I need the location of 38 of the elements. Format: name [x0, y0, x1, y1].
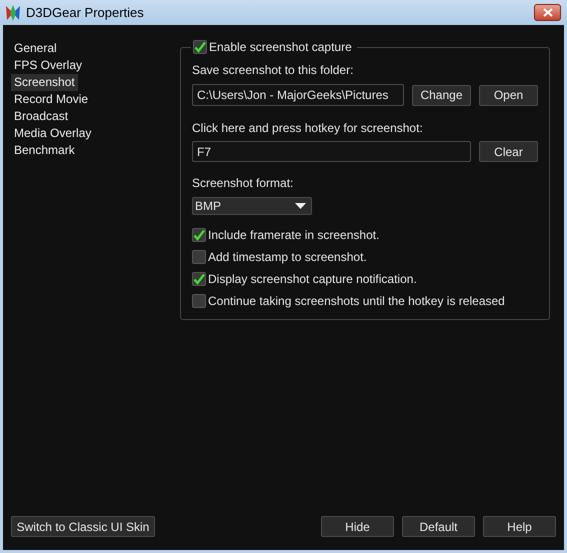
sidebar-item[interactable]: Broadcast — [11, 108, 72, 125]
checkbox[interactable] — [192, 250, 206, 264]
checkbox[interactable] — [192, 294, 206, 308]
checkbox[interactable] — [192, 228, 206, 242]
hotkey-label: Click here and press hotkey for screenshot: — [192, 120, 424, 137]
sidebar-item[interactable]: General — [11, 40, 60, 57]
checkbox-label: Enable screenshot capture — [209, 39, 353, 56]
folder-button[interactable]: Change — [412, 84, 471, 106]
checkbox-label: Continue taking screenshots until the hotkey is released — [208, 293, 505, 310]
footer-button[interactable]: Hide — [321, 516, 394, 537]
close-button[interactable] — [534, 4, 561, 21]
folder-label: Save screenshot to this folder: — [192, 62, 354, 79]
window-title: D3DGear Properties — [26, 4, 144, 22]
skin-button[interactable]: Switch to Classic UI Skin — [11, 516, 155, 537]
format-dropdown[interactable]: BMP — [192, 197, 312, 215]
close-icon — [542, 8, 552, 17]
checkmark-icon — [193, 229, 205, 241]
folder-button[interactable]: Open — [479, 84, 538, 106]
checkmark-icon — [194, 41, 206, 53]
checkbox-label: Display screenshot capture notification. — [208, 271, 417, 288]
format-label: Screenshot format: — [192, 175, 294, 192]
caret-icon — [295, 203, 306, 209]
sidebar-item[interactable]: Benchmark — [11, 142, 78, 159]
checkbox[interactable] — [192, 272, 206, 286]
footer-button[interactable]: Default — [402, 516, 475, 537]
checkbox-label: Include framerate in screenshot. — [208, 227, 380, 244]
footer-button[interactable]: Help — [483, 516, 556, 537]
folder-path-field[interactable]: C:\Users\Jon - MajorGeeks\Pictures — [192, 84, 404, 106]
app-logo-icon — [4, 4, 22, 22]
sidebar-item[interactable]: FPS Overlay — [11, 57, 86, 74]
sidebar-item[interactable]: Media Overlay — [11, 125, 94, 142]
clear-button[interactable]: Clear — [479, 141, 538, 162]
checkbox-label: Add timestamp to screenshot. — [208, 249, 367, 266]
sidebar-item[interactable]: Record Movie — [11, 91, 92, 108]
checkmark-icon — [193, 273, 205, 285]
sidebar-item[interactable]: Screenshot — [11, 74, 78, 91]
checkbox[interactable] — [193, 40, 207, 54]
hotkey-field[interactable]: F7 — [192, 141, 471, 162]
